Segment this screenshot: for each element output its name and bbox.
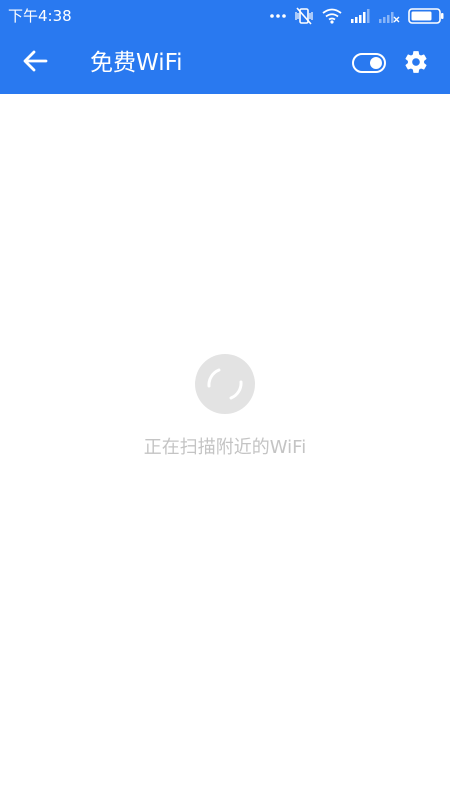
- wifi-toggle-switch[interactable]: [352, 53, 386, 73]
- spinner-icon: [195, 354, 255, 414]
- more-dots-icon: [270, 13, 286, 19]
- settings-button[interactable]: [402, 50, 430, 78]
- page-title: 免费WiFi: [90, 50, 183, 76]
- battery-icon: [408, 8, 444, 24]
- status-time: 下午4:38: [8, 7, 72, 25]
- vibrate-off-icon: [294, 7, 314, 25]
- status-icons: [270, 6, 444, 26]
- back-button[interactable]: [18, 47, 52, 79]
- wifi-signal-icon: [322, 8, 342, 24]
- app-bar: 免费WiFi: [0, 32, 450, 94]
- screen: 下午4:38 免费WiFi 正在扫描附近的WiFi: [0, 0, 450, 800]
- scan-status-text: 正在扫描附近的WiFi: [143, 437, 307, 458]
- status-bar: 下午4:38: [0, 0, 450, 32]
- cell-signal-no-service-icon: [378, 9, 400, 23]
- toggle-knob: [370, 57, 382, 69]
- arrow-left-icon: [22, 49, 48, 77]
- cell-signal-icon: [350, 9, 370, 23]
- gear-icon: [403, 49, 429, 79]
